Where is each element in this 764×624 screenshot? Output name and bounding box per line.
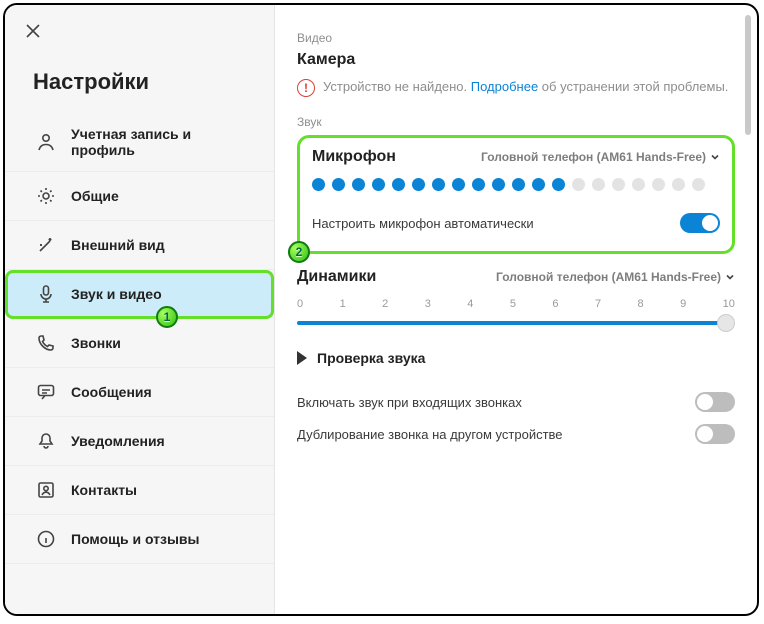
sidebar: Настройки Учетная запись и профиль Общие… [5,5,275,614]
level-dot [432,178,445,191]
microphone-title: Микрофон [312,148,396,166]
sidebar-item-general[interactable]: Общие [5,172,274,221]
close-icon[interactable] [25,23,53,51]
level-dot [492,178,505,191]
contacts-icon [35,479,57,501]
main-panel: Видео Камера ! Устройство не найдено. По… [275,5,757,614]
camera-title: Камера [297,51,735,69]
sidebar-item-label: Звонки [71,335,121,351]
level-dot [452,178,465,191]
ring-incoming-label: Включать звук при входящих звонках [297,395,522,410]
auto-mic-label: Настроить микрофон автоматически [312,216,534,231]
level-dot [532,178,545,191]
volume-slider-wrap: 0 1 2 3 4 5 6 7 8 9 10 [297,298,735,332]
sidebar-item-notifications[interactable]: Уведомления [5,417,274,466]
camera-learn-more-link[interactable]: Подробнее [471,79,538,94]
sidebar-item-label: Общие [71,188,119,204]
gear-icon [35,185,57,207]
tick-label: 0 [297,298,303,310]
scrollbar-thumb[interactable] [745,15,751,135]
level-dot [672,178,685,191]
camera-error: ! Устройство не найдено. Подробнее об ус… [297,77,735,97]
chevron-down-icon [710,152,720,162]
level-dot [612,178,625,191]
sidebar-item-label: Учетная запись и профиль [71,126,256,158]
tick-label: 8 [638,298,644,310]
play-icon [297,351,307,365]
test-audio-label: Проверка звука [317,350,425,366]
microphone-level-meter [312,178,720,191]
sidebar-item-help[interactable]: Помощь и отзывы [5,515,274,564]
speakers-device-select[interactable]: Головной телефон (AM61 Hands-Free) [496,270,735,284]
level-dot [352,178,365,191]
level-dot [652,178,665,191]
tick-label: 4 [467,298,473,310]
chevron-down-icon [725,272,735,282]
level-dot [632,178,645,191]
sidebar-item-audio-video[interactable]: Звук и видео 1 [5,270,274,319]
tick-label: 2 [382,298,388,310]
tick-label: 10 [723,298,735,310]
level-dot [332,178,345,191]
phone-icon [35,332,57,354]
slider-thumb[interactable] [717,314,735,332]
level-dot [692,178,705,191]
tick-label: 5 [510,298,516,310]
settings-title: Настройки [33,69,274,95]
sidebar-item-contacts[interactable]: Контакты [5,466,274,515]
camera-error-text-2: об устранении этой проблемы. [538,79,728,94]
sound-section-label: Звук [297,115,735,129]
ring-incoming-toggle[interactable] [695,392,735,412]
sidebar-item-label: Внешний вид [71,237,165,253]
volume-slider[interactable] [297,314,735,332]
tick-label: 7 [595,298,601,310]
sidebar-item-messages[interactable]: Сообщения [5,368,274,417]
sidebar-item-label: Помощь и отзывы [71,531,200,547]
microphone-panel: 2 Микрофон Головной телефон (AM61 Hands-… [297,135,735,254]
microphone-device-label: Головной телефон (AM61 Hands-Free) [481,150,706,164]
level-dot [412,178,425,191]
level-dot [372,178,385,191]
wand-icon [35,234,57,256]
bell-icon [35,430,57,452]
microphone-device-select[interactable]: Головной телефон (AM61 Hands-Free) [481,150,720,164]
sidebar-item-label: Звук и видео [71,286,162,302]
tick-label: 3 [425,298,431,310]
info-icon [35,528,57,550]
callout-badge-2: 2 [288,241,310,263]
tick-label: 9 [680,298,686,310]
auto-mic-toggle[interactable] [680,213,720,233]
user-icon [35,131,57,153]
video-section-label: Видео [297,31,735,45]
error-icon: ! [297,79,315,97]
ring-duplicate-label: Дублирование звонка на другом устройстве [297,427,563,442]
level-dot [592,178,605,191]
sidebar-item-appearance[interactable]: Внешний вид [5,221,274,270]
level-dot [312,178,325,191]
sidebar-item-calls[interactable]: Звонки [5,319,274,368]
microphone-icon [35,283,57,305]
ring-duplicate-toggle[interactable] [695,424,735,444]
camera-error-text: Устройство не найдено. [323,79,471,94]
sidebar-item-account[interactable]: Учетная запись и профиль [5,113,274,172]
speakers-device-label: Головной телефон (AM61 Hands-Free) [496,270,721,284]
level-dot [472,178,485,191]
slider-ticks: 0 1 2 3 4 5 6 7 8 9 10 [297,298,735,310]
sidebar-item-label: Контакты [71,482,137,498]
level-dot [572,178,585,191]
sidebar-item-label: Уведомления [71,433,165,449]
chat-icon [35,381,57,403]
tick-label: 1 [340,298,346,310]
speakers-title: Динамики [297,268,376,286]
test-audio-button[interactable]: Проверка звука [297,350,735,366]
tick-label: 6 [552,298,558,310]
level-dot [552,178,565,191]
level-dot [392,178,405,191]
level-dot [512,178,525,191]
sidebar-item-label: Сообщения [71,384,152,400]
